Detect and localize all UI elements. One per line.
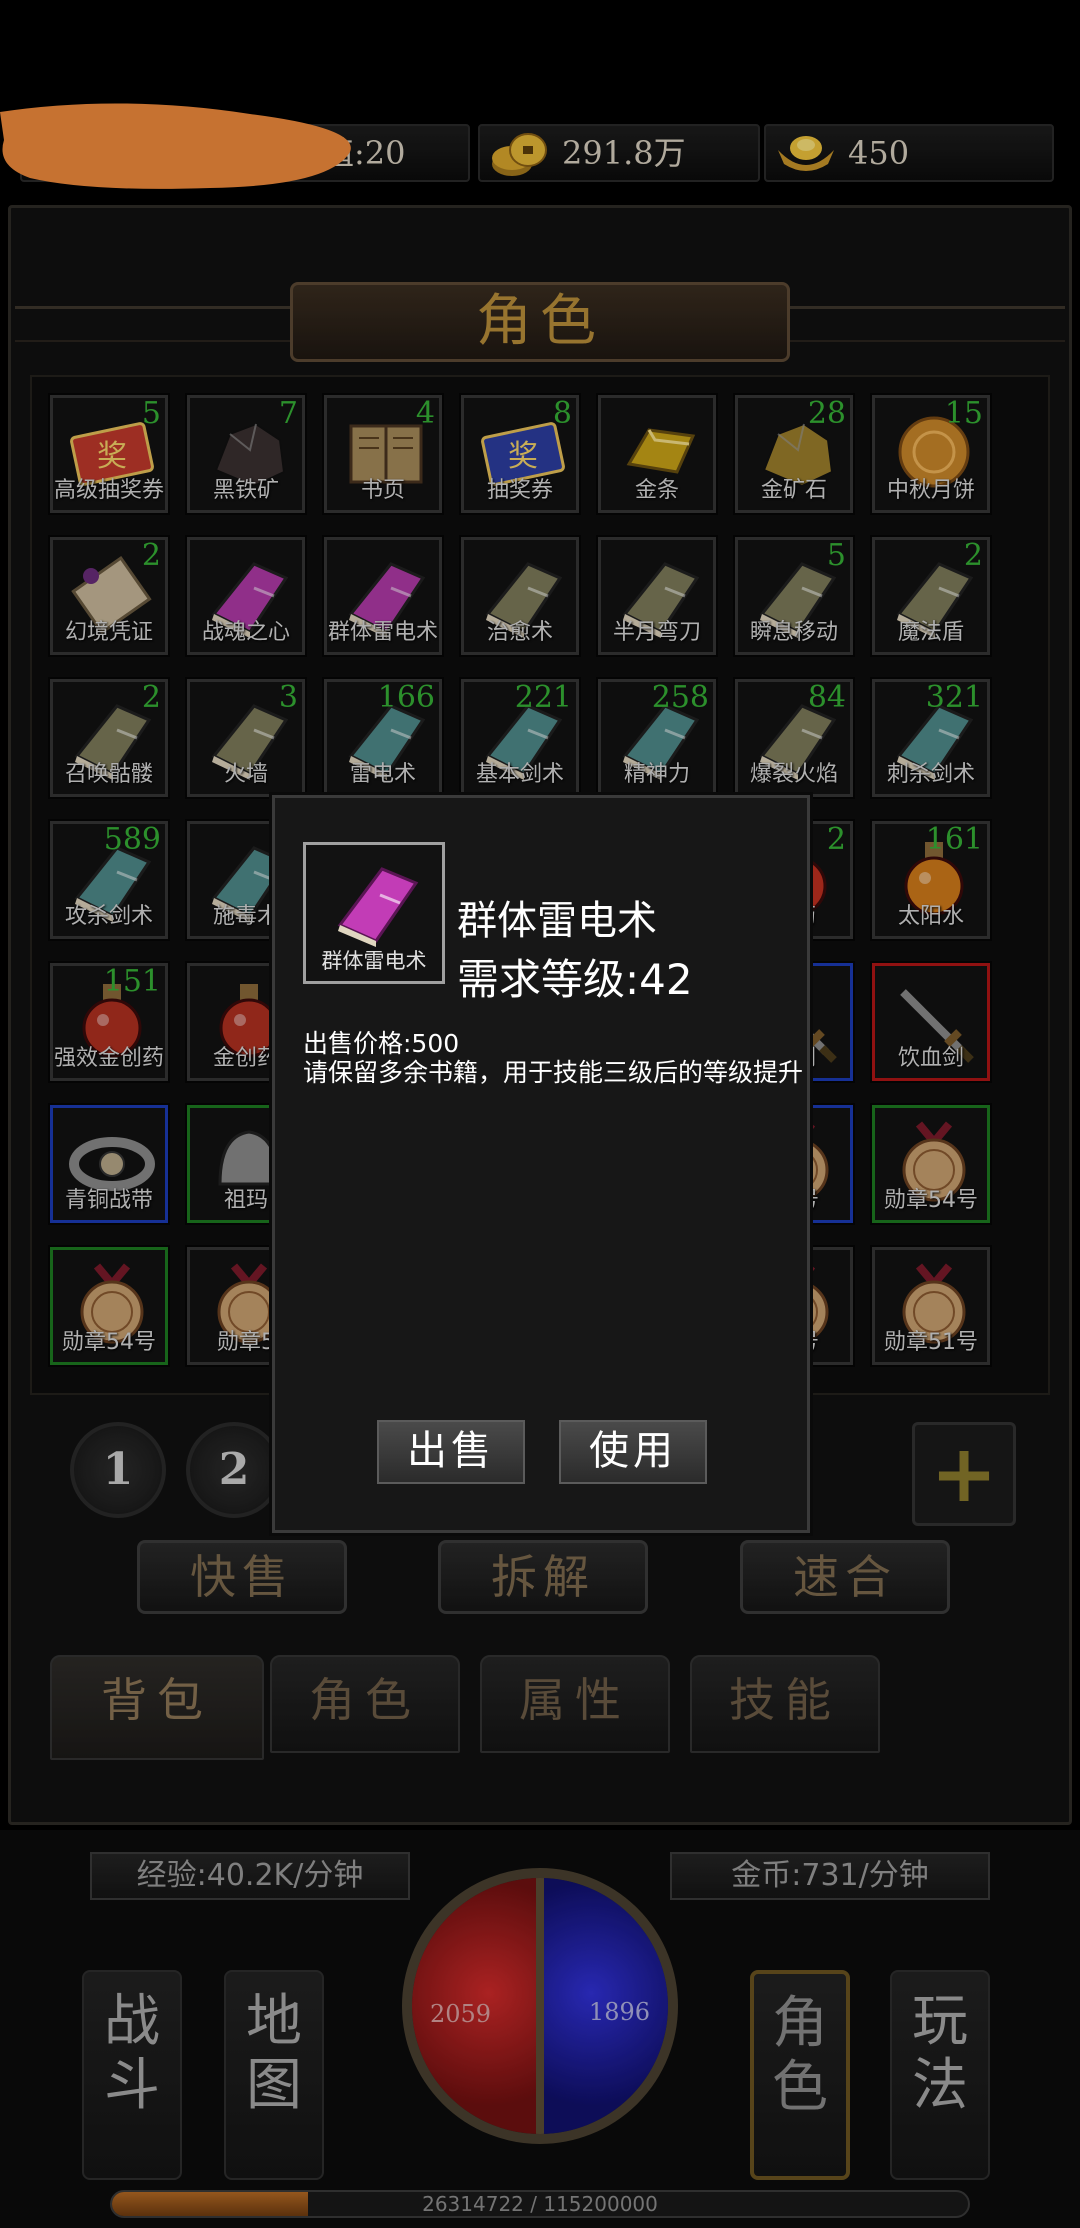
popup-description: 请保留多余书籍，用于技能三级后的等级提升	[303, 1058, 804, 1087]
skill-book-icon	[337, 867, 419, 947]
popup-item-name: 群体雷电术	[457, 898, 657, 944]
popup-sell-price: 出售价格:500	[303, 1029, 460, 1058]
popup-required-level: 需求等级:42	[457, 955, 693, 1004]
sell-button[interactable]: 出售	[377, 1420, 525, 1484]
popup-item-icon-label: 群体雷电术	[321, 949, 427, 973]
popup-item-slot: 群体雷电术	[303, 842, 445, 984]
use-button[interactable]: 使用	[559, 1420, 707, 1484]
item-detail-popup: 群体雷电术 群体雷电术 需求等级:42 出售价格:500 请保留多余书籍，用于技…	[272, 795, 810, 1533]
